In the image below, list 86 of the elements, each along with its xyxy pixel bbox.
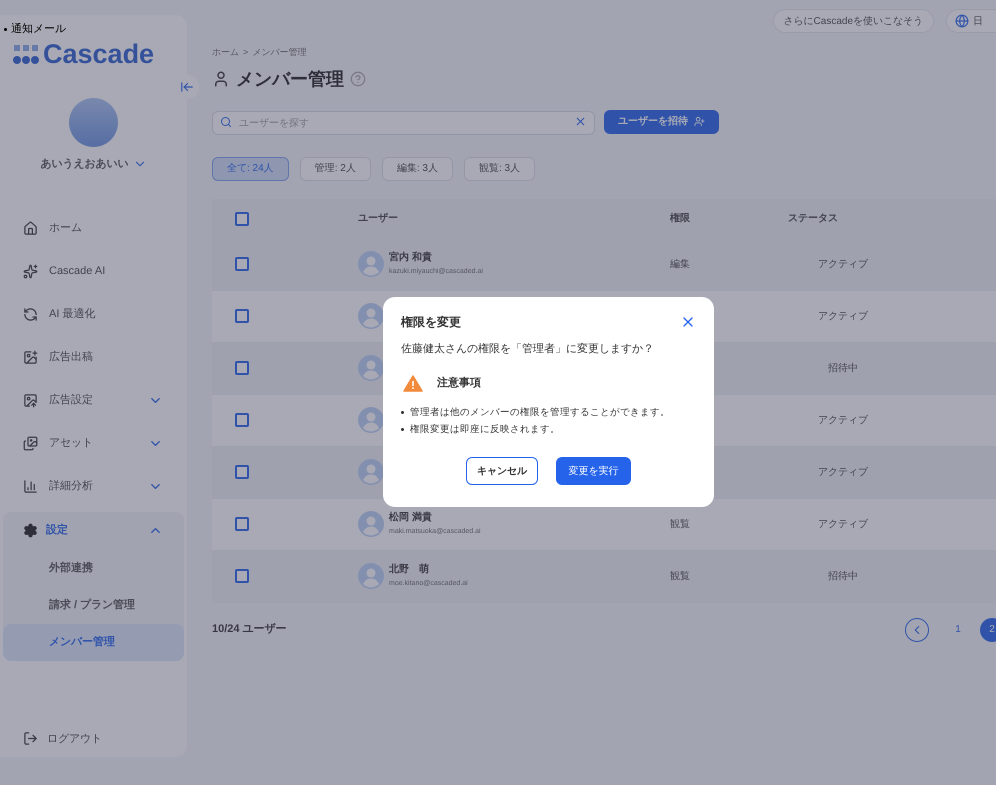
- globe-icon: [955, 14, 969, 28]
- nav-item[interactable]: AI 最適化: [0, 292, 187, 336]
- cancel-button[interactable]: キャンセル: [466, 457, 538, 485]
- status-text: 招待中: [828, 362, 858, 376]
- page-button[interactable]: 1: [946, 618, 970, 642]
- logo-text: Cascade: [43, 41, 154, 68]
- images-icon: [23, 436, 38, 450]
- sparkle-icon: [23, 264, 38, 278]
- promo-button[interactable]: さらにCascadeを使いこなそう: [772, 9, 934, 33]
- status-text: アクティブ: [818, 414, 868, 428]
- nav-item[interactable]: アセット: [0, 422, 187, 464]
- avatar-icon: [358, 563, 384, 589]
- help-icon[interactable]: [350, 71, 366, 87]
- nav-item[interactable]: 広告出稿: [0, 336, 187, 378]
- search-field[interactable]: ユーザーを探す: [212, 111, 595, 135]
- page-button[interactable]: 2: [980, 618, 996, 642]
- image-plus-icon: [23, 350, 38, 364]
- chart-icon: [23, 478, 38, 494]
- column-header: ユーザー: [358, 213, 398, 224]
- confirm-button[interactable]: 変更を実行: [556, 457, 631, 485]
- dialog-title: 権限を変更: [401, 314, 461, 331]
- user-icon: [212, 70, 230, 88]
- bullet-icon: [401, 428, 404, 432]
- filter-chip[interactable]: 編集: 3人: [382, 156, 453, 180]
- checkbox[interactable]: [235, 257, 249, 271]
- nav-subitem[interactable]: メンバー管理: [3, 624, 184, 660]
- breadcrumb-link[interactable]: ホーム: [212, 46, 239, 60]
- home-icon: [23, 220, 38, 236]
- filter-chip[interactable]: 観覧: 3人: [464, 156, 536, 180]
- dialog-message: 佐藤健太さんの権限を「管理者」に変更しますか？: [401, 342, 655, 357]
- column-header: 権限: [670, 213, 690, 224]
- invite-button[interactable]: ユーザーを招待: [604, 110, 719, 134]
- search-icon: [220, 116, 232, 128]
- collapse-icon: [180, 80, 194, 94]
- user-count: 10/24 ユーザー: [212, 622, 288, 638]
- column-header: ステータス: [788, 213, 838, 224]
- user-name: 松岡 満貴: [389, 510, 433, 526]
- checkbox[interactable]: [235, 361, 249, 375]
- role-text: 編集: [670, 258, 690, 270]
- user-avatar: [69, 98, 118, 147]
- status-text: アクティブ: [818, 466, 868, 480]
- nav-item[interactable]: ホーム: [0, 206, 187, 250]
- gear-icon: [23, 523, 38, 538]
- status-text: アクティブ: [818, 518, 868, 532]
- checkbox[interactable]: [235, 212, 249, 226]
- nav-item[interactable]: Cascade AI: [0, 250, 187, 292]
- role-text: 観覧: [670, 518, 690, 530]
- note-text: 管理者は他のメンバーの権限を管理することができます。: [410, 406, 670, 420]
- logout-icon: [23, 731, 38, 746]
- refresh-check-icon: [23, 306, 38, 322]
- status-text: アクティブ: [818, 258, 868, 272]
- role-text: 観覧: [670, 570, 690, 582]
- user-name: 北野 萌: [389, 562, 430, 578]
- status-text: 招待中: [828, 570, 858, 584]
- filter-chip[interactable]: 全て: 24人: [212, 156, 289, 180]
- logout-button[interactable]: ログアウト: [0, 730, 187, 757]
- status-text: アクティブ: [818, 310, 868, 324]
- warning-icon: [403, 374, 423, 392]
- bullet-icon: [4, 28, 7, 31]
- nav-item[interactable]: 広告設定: [0, 378, 187, 422]
- nav-subitem[interactable]: 外部連携: [3, 550, 184, 586]
- checkbox[interactable]: [235, 413, 249, 427]
- clear-icon[interactable]: [574, 114, 587, 128]
- user-menu[interactable]: あいうえおあいい: [40, 156, 146, 172]
- previous-page-button[interactable]: [905, 618, 929, 642]
- avatar-icon: [358, 511, 384, 537]
- nav-item[interactable]: 詳細分析: [0, 464, 187, 508]
- checkbox[interactable]: [235, 569, 249, 583]
- user-plus-icon: [694, 116, 705, 127]
- note-text: 権限変更は即座に反映されます。: [410, 422, 560, 437]
- checkbox[interactable]: [235, 517, 249, 531]
- image-icon: [23, 392, 38, 408]
- notice-item: 通知メール: [11, 22, 66, 36]
- page-title: メンバー管理: [236, 68, 344, 90]
- bullet-icon: [401, 411, 404, 414]
- checkbox[interactable]: [235, 309, 249, 323]
- breadcrumb-separator: >: [243, 46, 248, 59]
- breadcrumb-current: メンバー管理: [252, 46, 306, 59]
- user-name: 宮内 和貴: [389, 250, 433, 266]
- nav-item[interactable]: 設定: [3, 512, 184, 550]
- checkbox[interactable]: [235, 465, 249, 479]
- notice-title: 注意事項: [437, 376, 481, 391]
- language-button[interactable]: 日: [946, 9, 996, 33]
- nav-subitem[interactable]: 請求 / プラン管理: [3, 586, 184, 624]
- avatar-icon: [358, 251, 384, 277]
- filter-chip[interactable]: 管理: 2人: [300, 156, 371, 180]
